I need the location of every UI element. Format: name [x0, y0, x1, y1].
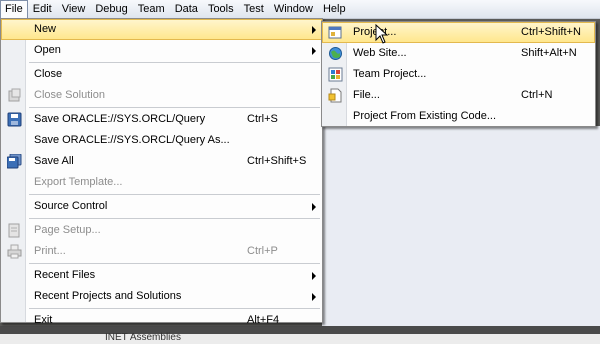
- menu-item-label: Exit: [34, 314, 53, 326]
- menu-edit[interactable]: Edit: [28, 0, 57, 18]
- menu-separator: [29, 218, 320, 219]
- file-menu-recent-files[interactable]: Recent Files: [1, 265, 322, 286]
- menu-item-shortcut: Alt+F4: [247, 314, 280, 326]
- new-submenu: Project... Ctrl+Shift+N Web Site... Shift+A…: [321, 21, 596, 127]
- menu-item-shortcut: Ctrl+S: [247, 113, 278, 125]
- menu-tools[interactable]: Tools: [203, 0, 239, 18]
- new-menu-project-from-existing-code[interactable]: Project From Existing Code...: [322, 106, 595, 127]
- submenu-arrow-icon: [312, 26, 316, 34]
- menu-item-label: Print...: [34, 245, 66, 257]
- menu-item-shortcut: Ctrl+N: [521, 89, 553, 101]
- file-menu-source-control[interactable]: Source Control: [1, 196, 322, 217]
- submenu-arrow-icon: [312, 272, 316, 280]
- submenu-arrow-icon: [312, 293, 316, 301]
- file-menu-new[interactable]: New: [1, 19, 322, 40]
- menu-item-label: Recent Files: [34, 269, 96, 281]
- file-menu-print[interactable]: Print... Ctrl+P: [1, 241, 322, 262]
- menu-help[interactable]: Help: [318, 0, 351, 18]
- file-menu-save-all[interactable]: Save All Ctrl+Shift+S: [1, 151, 322, 172]
- file-menu-save-oracle-sys-orcl-query-as[interactable]: Save ORACLE://SYS.ORCL/Query As...: [1, 130, 322, 151]
- menu-item-label: Save ORACLE://SYS.ORCL/Query: [34, 113, 206, 125]
- menu-item-shortcut: Ctrl+P: [247, 245, 278, 257]
- menu-view[interactable]: View: [57, 0, 91, 18]
- menu-item-shortcut: Ctrl+Shift+N: [521, 26, 581, 38]
- file-menu-open[interactable]: Open: [1, 40, 322, 61]
- new-menu-project[interactable]: Project... Ctrl+Shift+N: [322, 22, 595, 43]
- menu-item-label: File...: [353, 89, 380, 101]
- file-menu-close-solution[interactable]: Close Solution: [1, 85, 322, 106]
- new-menu-team-project[interactable]: Team Project...: [322, 64, 595, 85]
- menu-separator: [29, 308, 320, 309]
- project-icon: [328, 26, 342, 39]
- menu-item-label: Team Project...: [353, 68, 427, 80]
- menu-item-label: Page Setup...: [34, 224, 101, 236]
- menu-item-label: New: [34, 23, 57, 35]
- menu-item-label: Open: [34, 44, 61, 56]
- menu-separator: [29, 62, 320, 63]
- menu-item-label: Save ORACLE://SYS.ORCL/Query As...: [34, 134, 230, 146]
- menu-item-label: Source Control: [34, 200, 108, 212]
- menu-data[interactable]: Data: [170, 0, 203, 18]
- team-project-icon: [328, 67, 343, 82]
- save-icon: [7, 112, 22, 127]
- menu-item-shortcut: Shift+Alt+N: [521, 47, 577, 59]
- page-setup-icon: [8, 223, 20, 238]
- menu-item-label: Close Solution: [34, 89, 105, 101]
- file-menu-save-oracle-sys-orcl-query[interactable]: Save ORACLE://SYS.ORCL/Query Ctrl+S: [1, 109, 322, 130]
- file-menu-recent-projects-and-solutions[interactable]: Recent Projects and Solutions: [1, 286, 322, 307]
- menu-separator: [29, 107, 320, 108]
- file-icon: [328, 88, 342, 103]
- file-menu-page-setup[interactable]: Page Setup...: [1, 220, 322, 241]
- menu-item-shortcut: Ctrl+Shift+S: [247, 155, 307, 167]
- submenu-arrow-icon: [312, 203, 316, 211]
- file-menu-exit[interactable]: Exit Alt+F4: [1, 310, 322, 331]
- close-solution-icon: [8, 88, 21, 102]
- menu-separator: [29, 194, 320, 195]
- menu-test[interactable]: Test: [239, 0, 269, 18]
- menu-window[interactable]: Window: [269, 0, 318, 18]
- menu-item-label: Web Site...: [353, 47, 407, 59]
- new-menu-web-site[interactable]: Web Site... Shift+Alt+N: [322, 43, 595, 64]
- menu-item-label: Recent Projects and Solutions: [34, 290, 182, 302]
- menu-team[interactable]: Team: [133, 0, 170, 18]
- save-all-icon: [7, 154, 22, 169]
- solution-strip: [0, 334, 600, 344]
- background-text: INET Assemblies: [105, 332, 181, 343]
- file-menu: New Open Close Close Solution Save ORACLE://…: [0, 18, 323, 326]
- document-area: [322, 126, 600, 326]
- print-icon: [7, 244, 22, 259]
- file-menu-close[interactable]: Close: [1, 64, 322, 85]
- web-site-icon: [329, 47, 342, 60]
- menu-debug[interactable]: Debug: [90, 0, 132, 18]
- menu-item-label: Project From Existing Code...: [353, 110, 497, 122]
- mouse-cursor-icon: [375, 24, 389, 44]
- menu-item-label: Export Template...: [34, 176, 123, 188]
- file-menu-export-template[interactable]: Export Template...: [1, 172, 322, 193]
- new-menu-file[interactable]: File... Ctrl+N: [322, 85, 595, 106]
- menu-item-label: Close: [34, 68, 63, 80]
- menu-bar: File Edit View Debug Team Data Tools Test Window…: [0, 0, 600, 19]
- menu-separator: [29, 263, 320, 264]
- menu-file[interactable]: File: [0, 0, 28, 18]
- submenu-arrow-icon: [312, 47, 316, 55]
- menu-item-label: Save All: [34, 155, 74, 167]
